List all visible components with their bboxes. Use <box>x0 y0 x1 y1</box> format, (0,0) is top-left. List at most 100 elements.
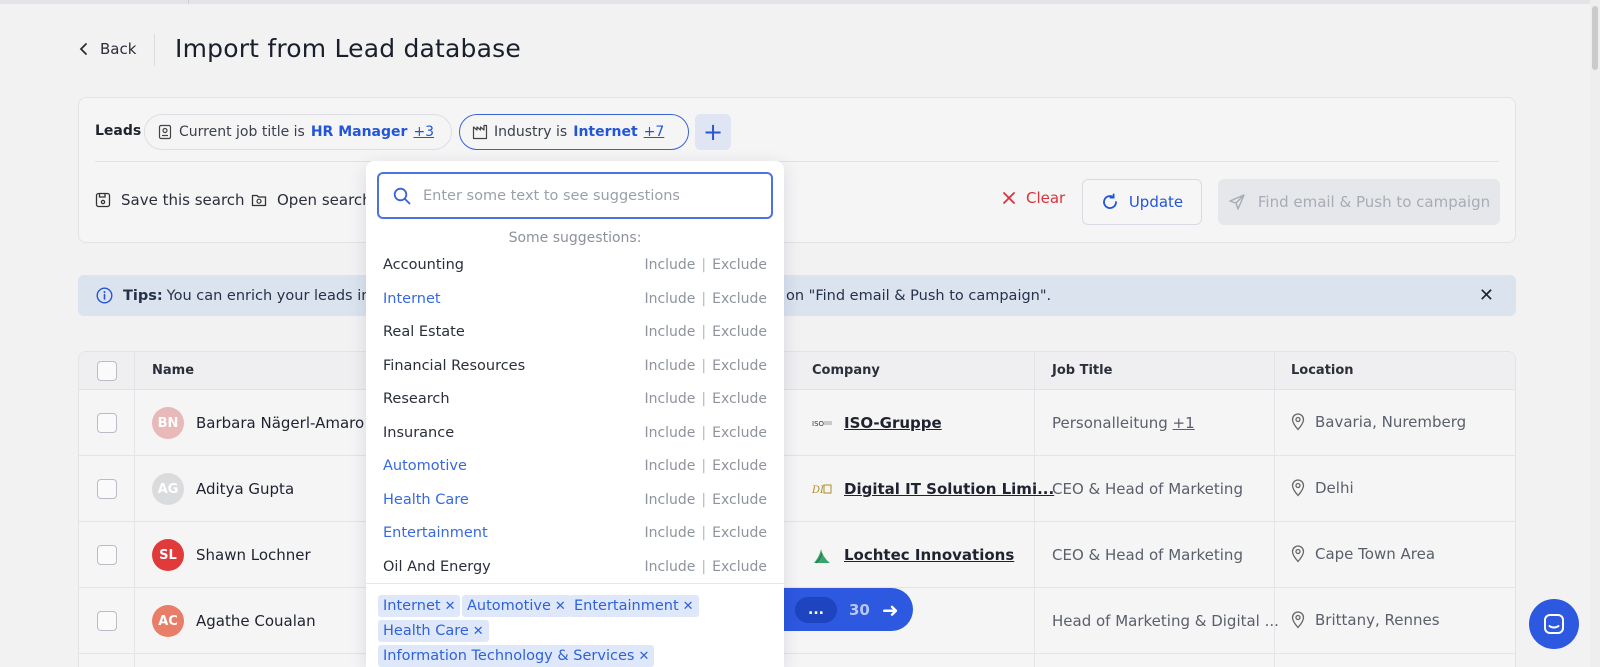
exclude-button[interactable]: Exclude <box>712 358 767 374</box>
company-name[interactable]: ISO-Gruppe <box>844 414 942 432</box>
include-button[interactable]: Include <box>644 324 695 340</box>
include-button[interactable]: Include <box>644 492 695 508</box>
suggestion-item[interactable]: Insurance Include | Exclude <box>383 422 767 444</box>
page-scrollbar[interactable] <box>1590 0 1600 667</box>
update-button[interactable]: Update <box>1082 179 1202 225</box>
exclude-button[interactable]: Exclude <box>712 458 767 474</box>
selected-industry-tag[interactable]: Automotive ✕ <box>462 595 571 617</box>
company-logo: DI <box>811 482 832 496</box>
table-row[interactable]: SL Shawn Lochner Lochtec Innovations CEO… <box>79 522 1515 588</box>
clear-button[interactable]: Clear <box>1002 189 1065 207</box>
chat-icon <box>1544 614 1564 634</box>
exclude-button[interactable]: Exclude <box>712 425 767 441</box>
table-row[interactable]: AG Aditya Gupta DI Digital IT Solution L… <box>79 456 1515 522</box>
table-row[interactable]: BN Barbara Nägerl-Amaro ISO ISO-Gruppe P… <box>79 390 1515 456</box>
select-all-checkbox[interactable] <box>97 361 117 381</box>
include-exclude-controls: Include | Exclude <box>644 391 767 407</box>
row-checkbox[interactable] <box>97 545 117 565</box>
include-button[interactable]: Include <box>644 391 695 407</box>
suggestion-search-field[interactable] <box>377 172 773 219</box>
remove-tag-icon[interactable]: ✕ <box>473 624 484 639</box>
suggestion-item[interactable]: Entertainment Include | Exclude <box>383 522 767 544</box>
include-button[interactable]: Include <box>644 525 695 541</box>
back-button[interactable]: Back <box>78 40 136 58</box>
company-name[interactable]: Digital IT Solution Limi... <box>844 480 1054 498</box>
suggestion-item[interactable]: Real Estate Include | Exclude <box>383 321 767 343</box>
location: Brittany, Rennes <box>1291 611 1440 629</box>
exclude-button[interactable]: Exclude <box>712 257 767 273</box>
suggestion-search-input[interactable] <box>423 187 753 204</box>
chat-launcher-button[interactable] <box>1529 599 1579 649</box>
selected-industry-tag[interactable]: Entertainment ✕ <box>569 595 699 617</box>
job-more-link[interactable]: +1 <box>1173 414 1195 432</box>
include-button[interactable]: Include <box>644 257 695 273</box>
exclude-button[interactable]: Exclude <box>712 559 767 575</box>
location-text: Bavaria, Nuremberg <box>1315 413 1467 431</box>
include-button[interactable]: Include <box>644 458 695 474</box>
include-exclude-controls: Include | Exclude <box>644 257 767 273</box>
suggestion-item[interactable]: Health Care Include | Exclude <box>383 489 767 511</box>
clear-label: Clear <box>1026 189 1066 207</box>
exclude-button[interactable]: Exclude <box>712 391 767 407</box>
selected-industry-tag[interactable]: Internet ✕ <box>378 595 461 617</box>
suggestion-item[interactable]: Internet Include | Exclude <box>383 288 767 310</box>
pagination-ellipsis[interactable]: ... <box>795 596 837 623</box>
header-divider <box>154 34 155 66</box>
remove-tag-icon[interactable]: ✕ <box>683 599 694 614</box>
row-checkbox[interactable] <box>97 479 117 499</box>
map-pin-icon <box>1291 611 1305 629</box>
lead-name[interactable]: Barbara Nägerl-Amaro <box>196 414 364 432</box>
page-number-last[interactable]: 30 <box>849 601 870 619</box>
separator: | <box>701 324 707 340</box>
row-checkbox[interactable] <box>97 611 117 631</box>
suggestion-item[interactable]: Research Include | Exclude <box>383 388 767 410</box>
lead-name[interactable]: Shawn Lochner <box>196 546 311 564</box>
include-button[interactable]: Include <box>644 425 695 441</box>
update-label: Update <box>1128 193 1184 211</box>
exclude-button[interactable]: Exclude <box>712 492 767 508</box>
suggestion-item[interactable]: Oil And Energy Include | Exclude <box>383 556 767 578</box>
exclude-button[interactable]: Exclude <box>712 291 767 307</box>
chip-more-link[interactable]: +7 <box>644 124 665 140</box>
save-search-button[interactable]: Save this search <box>95 191 245 209</box>
industry-suggestions-dropdown: Some suggestions: Accounting Include | Excl… <box>366 161 784 667</box>
suggestion-label: Real Estate <box>383 324 465 340</box>
remove-tag-icon[interactable]: ✕ <box>638 649 649 664</box>
exclude-button[interactable]: Exclude <box>712 324 767 340</box>
include-button[interactable]: Include <box>644 291 695 307</box>
suggestion-item[interactable]: Automotive Include | Exclude <box>383 455 767 477</box>
include-exclude-controls: Include | Exclude <box>644 324 767 340</box>
selected-industry-tag[interactable]: Information Technology & Services ✕ <box>378 645 655 667</box>
selected-industry-tag[interactable]: Health Care ✕ <box>378 620 489 642</box>
exclude-button[interactable]: Exclude <box>712 525 767 541</box>
include-exclude-controls: Include | Exclude <box>644 458 767 474</box>
chevron-left-icon <box>79 43 87 55</box>
tips-close-button[interactable]: ✕ <box>1479 285 1494 306</box>
suggestion-item[interactable]: Accounting Include | Exclude <box>383 254 767 276</box>
remove-tag-icon[interactable]: ✕ <box>555 599 566 614</box>
arrow-right-icon[interactable]: ➜ <box>882 598 899 622</box>
find-email-push-button[interactable]: Find email & Push to campaign <box>1218 179 1500 225</box>
lead-name[interactable]: Agathe Coualan <box>196 612 316 630</box>
row-checkbox[interactable] <box>97 413 117 433</box>
suggestion-label: Automotive <box>383 458 467 474</box>
include-button[interactable]: Include <box>644 358 695 374</box>
open-search-button[interactable]: Open search <box>251 191 372 209</box>
filter-chip-industry[interactable]: Industry is Internet +7 <box>459 114 689 150</box>
suggestion-item[interactable]: Financial Resources Include | Exclude <box>383 355 767 377</box>
location: Bavaria, Nuremberg <box>1291 413 1466 431</box>
filter-chip-job-title[interactable]: Current job title is HR Manager +3 <box>144 114 452 150</box>
remove-tag-icon[interactable]: ✕ <box>445 599 456 614</box>
add-filter-button[interactable]: + <box>695 114 731 150</box>
id-badge-icon <box>158 124 172 140</box>
search-icon <box>393 187 411 204</box>
lead-name[interactable]: Aditya Gupta <box>196 480 294 498</box>
chip-more-link[interactable]: +3 <box>413 124 434 140</box>
location-text: Delhi <box>1315 479 1354 497</box>
include-exclude-controls: Include | Exclude <box>644 559 767 575</box>
scrollbar-thumb[interactable] <box>1592 6 1598 70</box>
company-name[interactable]: Lochtec Innovations <box>844 546 1014 564</box>
company-logo <box>812 548 832 564</box>
include-button[interactable]: Include <box>644 559 695 575</box>
suggestions-label: Some suggestions: <box>508 230 642 246</box>
